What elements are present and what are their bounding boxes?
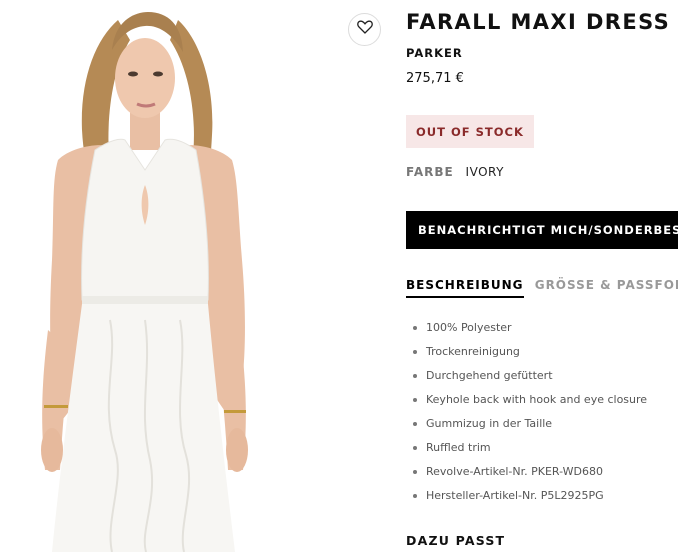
product-tabs: BESCHREIBUNG GRÖSSE & PASSFORM — [406, 278, 678, 298]
wishlist-button[interactable] — [348, 13, 381, 46]
color-label: FARBE — [406, 165, 454, 179]
list-item: Durchgehend gefüttert — [412, 364, 647, 388]
color-row: FARBE IVORY — [406, 165, 504, 179]
stock-status-badge: OUT OF STOCK — [406, 115, 534, 148]
brand-name[interactable]: PARKER — [406, 46, 463, 60]
feature-list: 100% Polyester Trockenreinigung Durchgeh… — [406, 316, 647, 508]
related-heading: DAZU PASST — [406, 533, 506, 548]
list-item: Revolve-Artikel-Nr. PKER-WD680 — [412, 460, 647, 484]
list-item: Hersteller-Artikel-Nr. P5L2925PG — [412, 484, 647, 508]
list-item: Ruffled trim — [412, 436, 647, 460]
list-item: Keyhole back with hook and eye closure — [412, 388, 647, 412]
model-photo — [41, 12, 248, 552]
color-value: IVORY — [465, 165, 504, 179]
list-item: Gummizug in der Taille — [412, 412, 647, 436]
tab-size-fit[interactable]: GRÖSSE & PASSFORM — [535, 278, 678, 296]
product-info: FARALL MAXI DRESS PARKER 275,71 € OUT OF… — [406, 0, 678, 552]
notify-me-button[interactable]: BENACHRICHTIGT MICH/SONDERBESTELLUNG — [406, 211, 678, 249]
list-item: 100% Polyester — [412, 316, 647, 340]
product-price: 275,71 € — [406, 71, 464, 86]
product-title: FARALL MAXI DRESS — [406, 10, 671, 34]
list-item: Trockenreinigung — [412, 340, 647, 364]
tab-description[interactable]: BESCHREIBUNG — [406, 278, 524, 298]
product-image[interactable] — [0, 0, 390, 552]
heart-icon — [356, 20, 373, 39]
